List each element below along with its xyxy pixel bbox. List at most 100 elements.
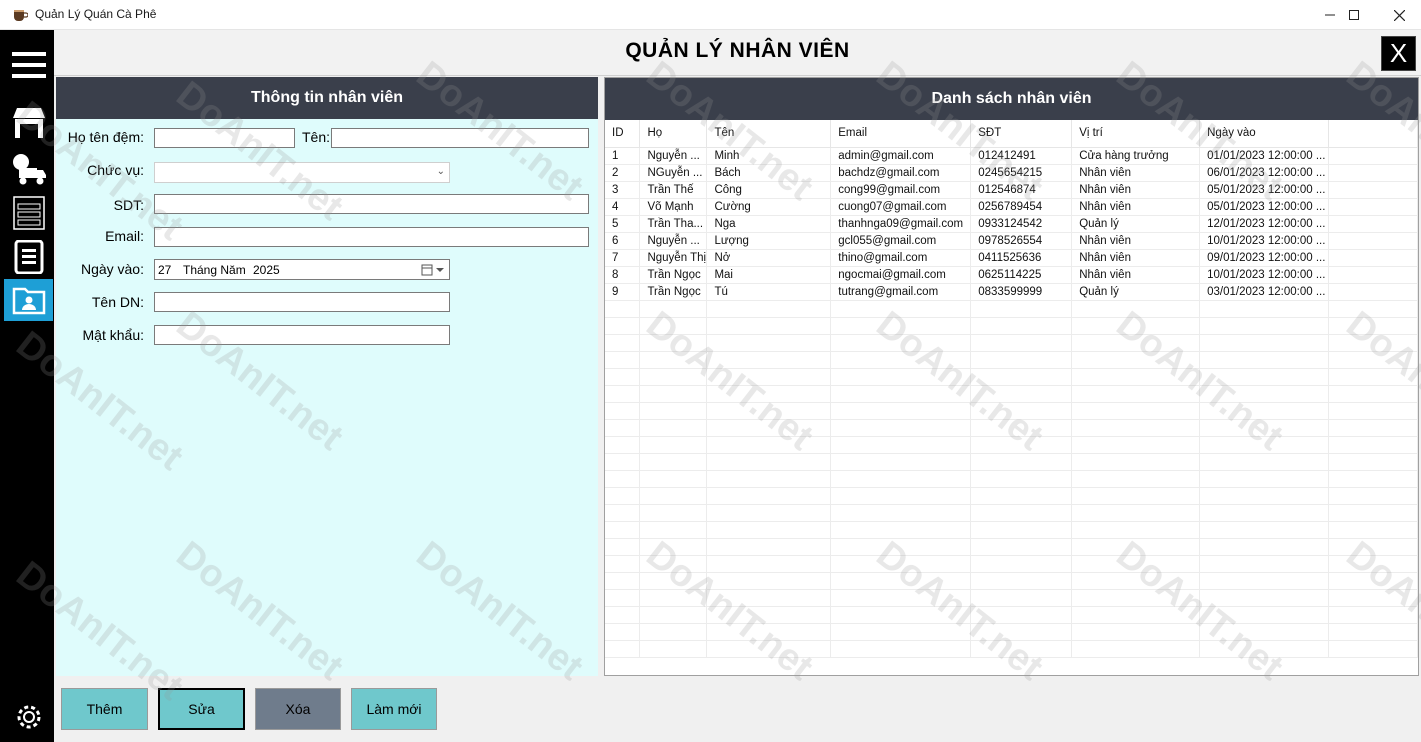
table-row[interactable] xyxy=(605,589,1418,607)
table-cell[interactable]: bachdz@gmail.com xyxy=(830,164,972,182)
table-row[interactable] xyxy=(605,402,1418,420)
sidebar-item-tables[interactable] xyxy=(4,192,53,234)
table-cell[interactable] xyxy=(970,385,1073,403)
column-header[interactable]: Họ xyxy=(639,120,708,148)
sidebar-item-settings[interactable] xyxy=(4,696,53,738)
table-cell[interactable] xyxy=(1071,470,1201,488)
sidebar-item-delivery[interactable] xyxy=(4,148,53,190)
table-cell[interactable] xyxy=(970,589,1073,607)
table-cell[interactable] xyxy=(605,334,641,352)
ten-input[interactable] xyxy=(331,128,589,148)
table-cell[interactable]: 0933124542 xyxy=(970,215,1073,233)
table-cell[interactable] xyxy=(1071,623,1201,641)
table-cell[interactable] xyxy=(1328,436,1418,454)
table-cell[interactable] xyxy=(830,419,972,437)
table-cell[interactable] xyxy=(1199,419,1330,437)
table-cell[interactable]: 1 xyxy=(605,147,641,165)
table-cell[interactable] xyxy=(706,555,832,573)
table-cell[interactable] xyxy=(1199,368,1330,386)
table-cell[interactable] xyxy=(1199,334,1330,352)
table-cell[interactable] xyxy=(706,436,832,454)
table-cell[interactable] xyxy=(830,385,972,403)
table-cell[interactable] xyxy=(1199,538,1330,556)
table-cell[interactable] xyxy=(1071,334,1201,352)
table-row[interactable] xyxy=(605,623,1418,641)
table-cell[interactable] xyxy=(639,436,708,454)
table-cell[interactable]: Võ Mạnh xyxy=(639,198,708,216)
lam-moi-button[interactable]: Làm mới xyxy=(351,688,437,730)
table-cell[interactable] xyxy=(1328,453,1418,471)
table-cell[interactable] xyxy=(1199,402,1330,420)
table-cell[interactable] xyxy=(970,504,1073,522)
table-cell[interactable] xyxy=(639,402,708,420)
table-row[interactable]: 8 Trần Ngọc Mai ngocmai@gmail.com 0625114225… xyxy=(605,266,1418,284)
table-cell[interactable]: cuong07@gmail.com xyxy=(830,198,972,216)
table-cell[interactable] xyxy=(830,589,972,607)
table-cell[interactable] xyxy=(639,453,708,471)
table-row[interactable] xyxy=(605,436,1418,454)
table-cell[interactable]: Minh xyxy=(706,147,832,165)
table-cell[interactable] xyxy=(1328,147,1418,165)
table-cell[interactable] xyxy=(970,419,1073,437)
table-row[interactable] xyxy=(605,504,1418,522)
table-cell[interactable] xyxy=(830,572,972,590)
column-header[interactable]: SĐT xyxy=(970,120,1073,148)
table-cell[interactable] xyxy=(706,385,832,403)
table-cell[interactable] xyxy=(1328,589,1418,607)
sidebar-menu-button[interactable] xyxy=(4,44,53,86)
table-cell[interactable] xyxy=(970,606,1073,624)
table-cell[interactable]: Cường xyxy=(706,198,832,216)
table-cell[interactable]: 0245654215 xyxy=(970,164,1073,182)
table-cell[interactable] xyxy=(1328,249,1418,267)
table-cell[interactable]: tutrang@gmail.com xyxy=(830,283,972,301)
table-cell[interactable] xyxy=(605,368,641,386)
table-cell[interactable] xyxy=(970,402,1073,420)
table-row[interactable]: 7 Nguyễn Thị Nở thino@gmail.com 0411525636 Nh… xyxy=(605,249,1418,267)
table-cell[interactable]: 12/01/2023 12:00:00 ... xyxy=(1199,215,1330,233)
table-cell[interactable] xyxy=(1328,385,1418,403)
table-cell[interactable] xyxy=(1328,351,1418,369)
table-row[interactable] xyxy=(605,606,1418,624)
table-cell[interactable] xyxy=(1199,436,1330,454)
table-cell[interactable]: Nở xyxy=(706,249,832,267)
table-cell[interactable] xyxy=(605,589,641,607)
table-cell[interactable] xyxy=(1199,606,1330,624)
table-cell[interactable]: 10/01/2023 12:00:00 ... xyxy=(1199,266,1330,284)
table-cell[interactable] xyxy=(1328,504,1418,522)
table-cell[interactable] xyxy=(605,317,641,335)
table-cell[interactable] xyxy=(639,640,708,658)
table-cell[interactable] xyxy=(830,606,972,624)
table-cell[interactable]: 0833599999 xyxy=(970,283,1073,301)
table-row[interactable] xyxy=(605,470,1418,488)
sua-button[interactable]: Sửa xyxy=(158,688,245,730)
form-close-button[interactable]: X xyxy=(1381,36,1416,71)
table-cell[interactable]: 6 xyxy=(605,232,641,250)
table-row[interactable] xyxy=(605,368,1418,386)
table-cell[interactable] xyxy=(1328,555,1418,573)
table-cell[interactable] xyxy=(830,504,972,522)
table-cell[interactable] xyxy=(1071,606,1201,624)
table-cell[interactable] xyxy=(1071,368,1201,386)
table-cell[interactable]: Nhân viên xyxy=(1071,164,1201,182)
table-cell[interactable]: Nhân viên xyxy=(1071,181,1201,199)
ten-dn-input[interactable] xyxy=(154,292,450,312)
table-cell[interactable] xyxy=(639,334,708,352)
table-cell[interactable]: 09/01/2023 12:00:00 ... xyxy=(1199,249,1330,267)
table-cell[interactable] xyxy=(639,300,708,318)
table-row[interactable]: 6 Nguyễn ... Lượng gcl055@gmail.com 09785265… xyxy=(605,232,1418,250)
table-cell[interactable]: Nhân viên xyxy=(1071,266,1201,284)
table-cell[interactable] xyxy=(605,419,641,437)
table-cell[interactable] xyxy=(1071,351,1201,369)
table-cell[interactable]: Quản lý xyxy=(1071,283,1201,301)
table-cell[interactable]: Trần Thế xyxy=(639,181,708,199)
table-cell[interactable]: Trần Ngọc xyxy=(639,283,708,301)
table-cell[interactable] xyxy=(1328,232,1418,250)
table-cell[interactable] xyxy=(706,402,832,420)
table-cell[interactable]: 2 xyxy=(605,164,641,182)
table-cell[interactable]: 01/01/2023 12:00:00 ... xyxy=(1199,147,1330,165)
table-row[interactable] xyxy=(605,572,1418,590)
table-cell[interactable] xyxy=(1199,317,1330,335)
table-cell[interactable] xyxy=(1328,402,1418,420)
table-cell[interactable]: 4 xyxy=(605,198,641,216)
table-cell[interactable] xyxy=(830,623,972,641)
